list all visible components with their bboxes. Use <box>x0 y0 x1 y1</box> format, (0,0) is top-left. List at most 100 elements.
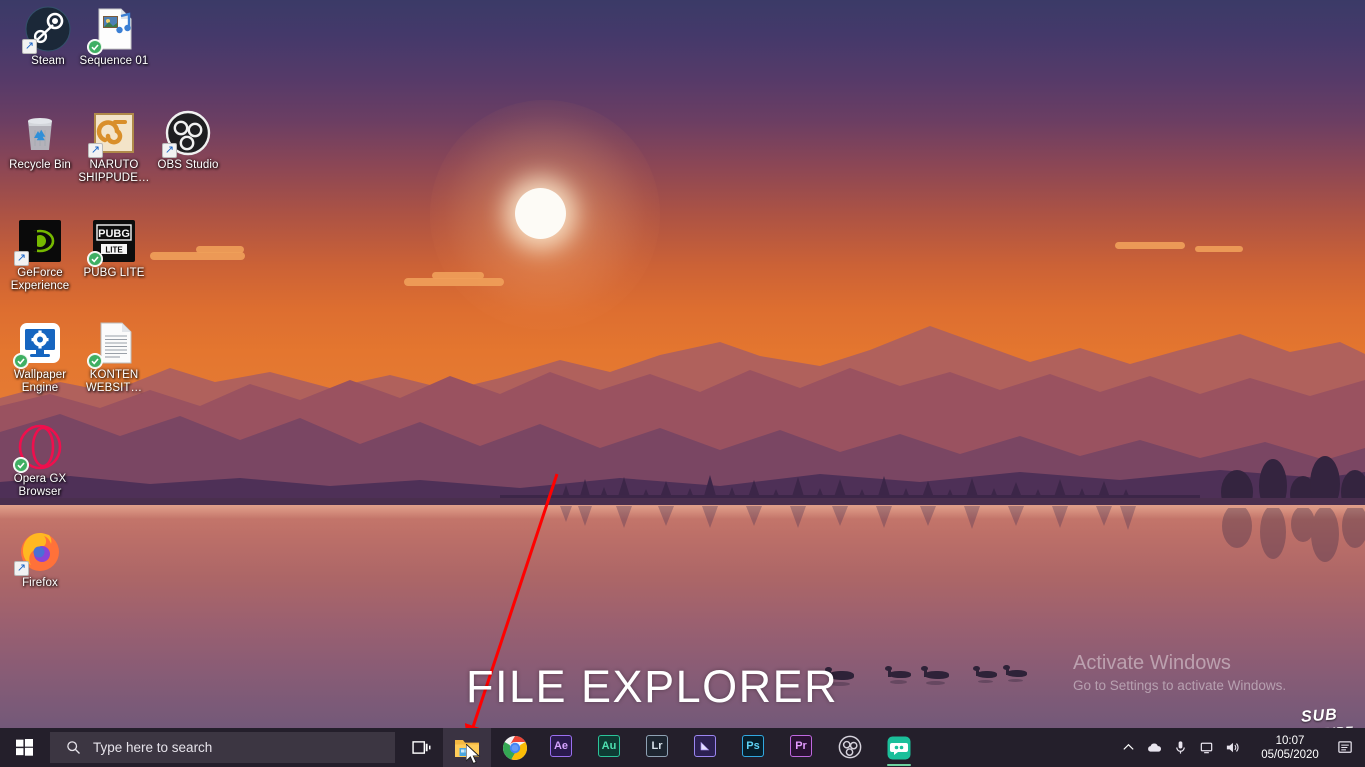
cloud <box>1115 242 1185 249</box>
cloud <box>150 252 245 260</box>
taskbar-after-effects-icon: Ae <box>550 734 576 761</box>
monitor-icon[interactable] <box>1193 728 1219 767</box>
desktop-icon-pubg-lite[interactable]: PUBG LITE PUBG LITE <box>74 218 154 280</box>
svg-text:PUBG: PUBG <box>98 228 130 240</box>
taskbar-audition-tile: Au <box>598 734 620 757</box>
tree-reflection-center <box>560 506 1136 530</box>
taskbar-messaging-icon <box>886 735 912 761</box>
desktop-icon-naruto-shippuden-glyph: ↗ <box>88 110 137 158</box>
taskbar-lightroom-icon: Lr <box>646 734 672 761</box>
cloud <box>196 246 244 253</box>
action-center-icon <box>1337 741 1352 753</box>
desktop-icon-obs-studio-glyph: ↗ <box>162 110 211 158</box>
taskbar-file-explorer-icon <box>454 735 480 761</box>
desktop-icon-konten-website[interactable]: KONTEN WEBSIT… <box>74 320 154 395</box>
taskbar-messaging-running-indicator <box>887 763 911 766</box>
shortcut-arrow-badge-icon: ↗ <box>22 39 37 54</box>
taskbar-photoshop[interactable]: Ps <box>731 728 779 767</box>
messaging-app-icon <box>887 736 911 759</box>
desktop-icon-obs-studio-label: OBS Studio <box>157 159 219 171</box>
onedrive-synced-check-badge-icon <box>87 251 103 267</box>
taskbar-photoshop-tile: Ps <box>742 734 764 757</box>
taskbar-premiere-pro-icon: Pr <box>790 734 816 761</box>
speaker-icon[interactable] <box>1219 728 1245 767</box>
desktop-icon-konten-website-glyph <box>87 320 137 369</box>
svg-text:LITE: LITE <box>105 246 123 255</box>
desktop-icon-recycle-bin[interactable]: Recycle Bin <box>0 110 80 172</box>
taskbar-google-chrome[interactable] <box>491 728 539 767</box>
onedrive-synced-check-badge-icon <box>87 353 103 369</box>
desktop-icon-firefox-glyph: ↗ <box>14 528 63 576</box>
desktop-icon-recycle-bin-glyph <box>17 110 63 156</box>
taskbar-premiere-pro-tile: Pr <box>790 734 812 757</box>
desktop-icon-geforce-experience[interactable]: ↗ GeForce Experience <box>0 218 80 293</box>
taskbar: Type here to search Ae Au Lr Ps Pr 10:07… <box>0 728 1365 767</box>
desktop-icon-pubg-lite-label: PUBG LITE <box>83 267 145 279</box>
desktop-icon-obs-studio[interactable]: ↗ OBS Studio <box>148 110 228 172</box>
bird-silhouette <box>972 666 998 683</box>
desktop-icon-recycle-bin-label: Recycle Bin <box>9 159 71 171</box>
taskbar-after-effects-tile: Ae <box>550 734 572 757</box>
desktop-icon-steam-glyph: ↗ <box>22 6 71 54</box>
notifications-button[interactable] <box>1329 728 1361 767</box>
bird-silhouette <box>884 666 912 684</box>
task-view-button[interactable] <box>399 728 443 767</box>
taskbar-after-effects[interactable]: Ae <box>539 728 587 767</box>
bird-silhouette <box>824 667 854 686</box>
taskbar-lightroom-tile: Lr <box>646 734 668 757</box>
desktop-icon-firefox-label: Firefox <box>22 577 58 589</box>
bird-silhouette <box>1002 665 1028 682</box>
recycle-bin-icon <box>28 118 52 150</box>
system-tray: 10:07 05/05/2020 <box>1115 728 1365 767</box>
desktop-icon-wallpaper-engine-glyph <box>13 320 63 369</box>
desktop-icon-opera-gx-browser[interactable]: Opera GX Browser <box>0 424 80 499</box>
start-button[interactable] <box>0 728 48 767</box>
desktop-icon-naruto-shippuden[interactable]: ↗ NARUTO SHIPPUDE… <box>74 110 154 185</box>
taskbar-photoshop-icon: Ps <box>742 734 768 761</box>
show-hidden-icons-chevron-icon[interactable] <box>1115 728 1141 767</box>
taskbar-premiere-pro[interactable]: Pr <box>779 728 827 767</box>
taskbar-file-explorer[interactable] <box>443 728 491 767</box>
taskbar-illustrator-tile <box>694 734 716 757</box>
search-placeholder: Type here to search <box>93 740 213 755</box>
onedrive-icon[interactable] <box>1141 728 1167 767</box>
search-icon <box>67 741 80 754</box>
desktop-icon-firefox[interactable]: ↗ Firefox <box>0 528 80 590</box>
onedrive-synced-check-badge-icon <box>87 39 103 55</box>
desktop-icon-opera-gx-browser-glyph <box>13 424 63 473</box>
search-input[interactable]: Type here to search <box>50 732 395 763</box>
clock[interactable]: 10:07 05/05/2020 <box>1251 728 1329 767</box>
taskbar-messaging[interactable] <box>875 728 923 767</box>
onedrive-synced-check-badge-icon <box>13 457 29 473</box>
obs-studio-taskbar-icon <box>838 735 862 758</box>
onedrive-synced-check-badge-icon <box>13 353 29 369</box>
shortcut-arrow-badge-icon: ↗ <box>14 561 29 576</box>
windows-logo-icon <box>15 739 33 756</box>
desktop-icon-wallpaper-engine[interactable]: Wallpaper Engine <box>0 320 80 395</box>
tree-reflection-right <box>1222 508 1365 562</box>
desktop-icon-geforce-experience-label: GeForce Experience <box>10 267 70 292</box>
taskbar-google-chrome-icon <box>502 735 528 761</box>
taskbar-lightroom[interactable]: Lr <box>635 728 683 767</box>
desktop-icon-sequence-01-glyph <box>87 6 137 55</box>
taskbar-obs-studio[interactable] <box>827 728 875 767</box>
desktop-icon-konten-website-label: KONTEN WEBSIT… <box>85 369 143 394</box>
shortcut-arrow-badge-icon: ↗ <box>88 143 103 158</box>
shortcut-arrow-badge-icon: ↗ <box>162 143 177 158</box>
microphone-icon[interactable] <box>1167 728 1193 767</box>
desktop-screen: ↗ Steam Sequence 01 Recycle Bin ↗ NARUTO… <box>0 0 1365 767</box>
taskbar-illustrator[interactable] <box>683 728 731 767</box>
desktop-icon-opera-gx-browser-label: Opera GX Browser <box>13 473 67 498</box>
desktop-icon-naruto-shippuden-label: NARUTO SHIPPUDE… <box>78 159 150 184</box>
sun-icon <box>515 188 566 239</box>
task-view-icon <box>411 741 430 754</box>
pine-tree-band <box>0 455 1365 503</box>
file-explorer-icon <box>455 739 479 757</box>
desktop-icon-sequence-01[interactable]: Sequence 01 <box>74 6 154 68</box>
taskbar-audition-icon: Au <box>598 734 624 761</box>
cloud <box>404 278 504 286</box>
taskbar-obs-studio-icon <box>838 735 864 761</box>
taskbar-audition[interactable]: Au <box>587 728 635 767</box>
shortcut-arrow-badge-icon: ↗ <box>14 251 29 266</box>
desktop-icon-sequence-01-label: Sequence 01 <box>79 55 149 67</box>
